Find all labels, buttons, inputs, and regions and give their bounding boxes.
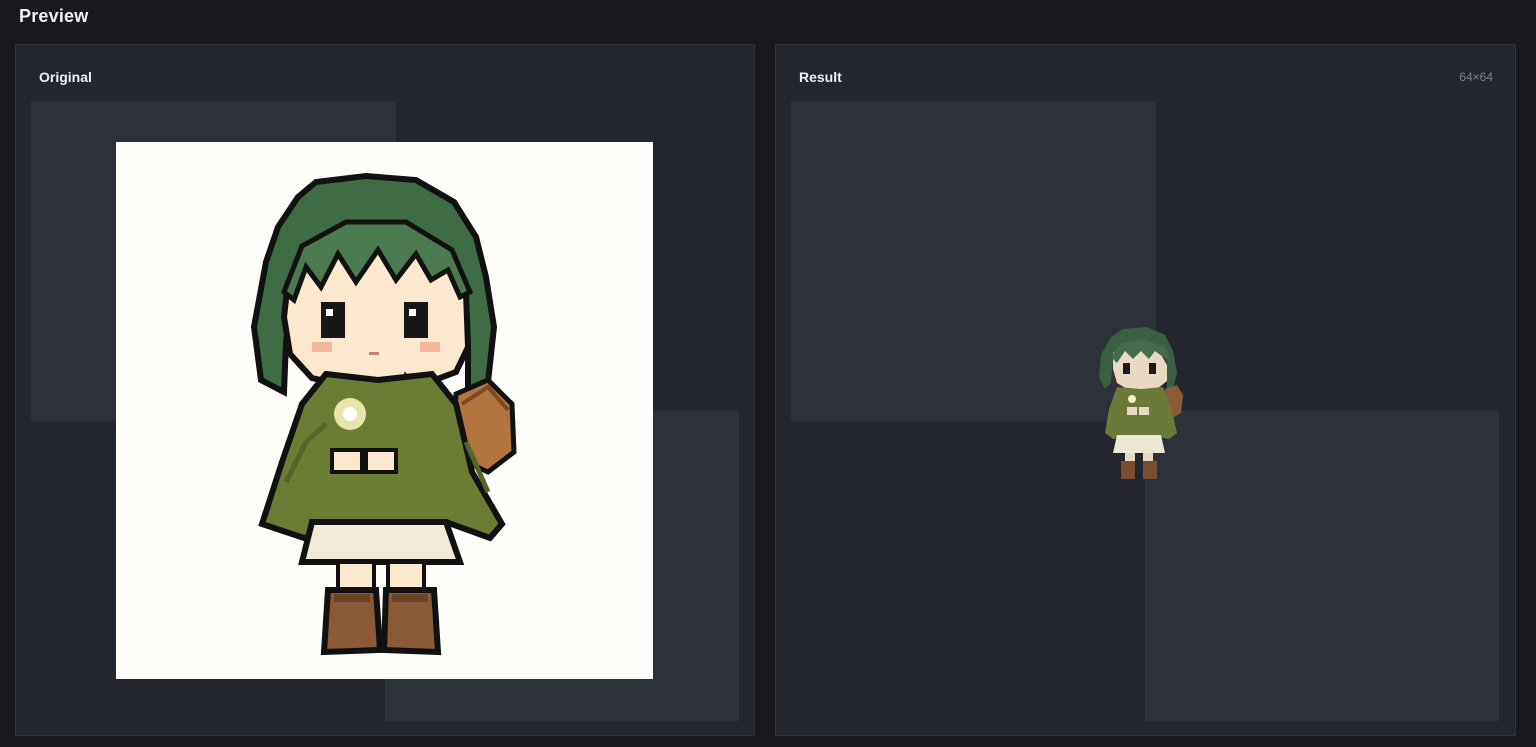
result-panel: Result 64×64 (775, 44, 1516, 736)
original-checkerboard (31, 101, 739, 721)
preview-app: Preview Original Result 64×64 (0, 0, 1536, 747)
result-checkerboard (791, 101, 1499, 721)
original-image (116, 142, 653, 679)
original-label: Original (39, 69, 92, 85)
result-label: Result (799, 69, 842, 85)
original-panel: Original (15, 44, 755, 736)
pixel-girl-sprite-icon (116, 142, 653, 679)
page-title: Preview (19, 6, 89, 26)
result-size-badge: 64×64 (1459, 70, 1493, 84)
pixel-girl-sprite-small-icon (1099, 327, 1183, 479)
result-image (1087, 323, 1199, 498)
